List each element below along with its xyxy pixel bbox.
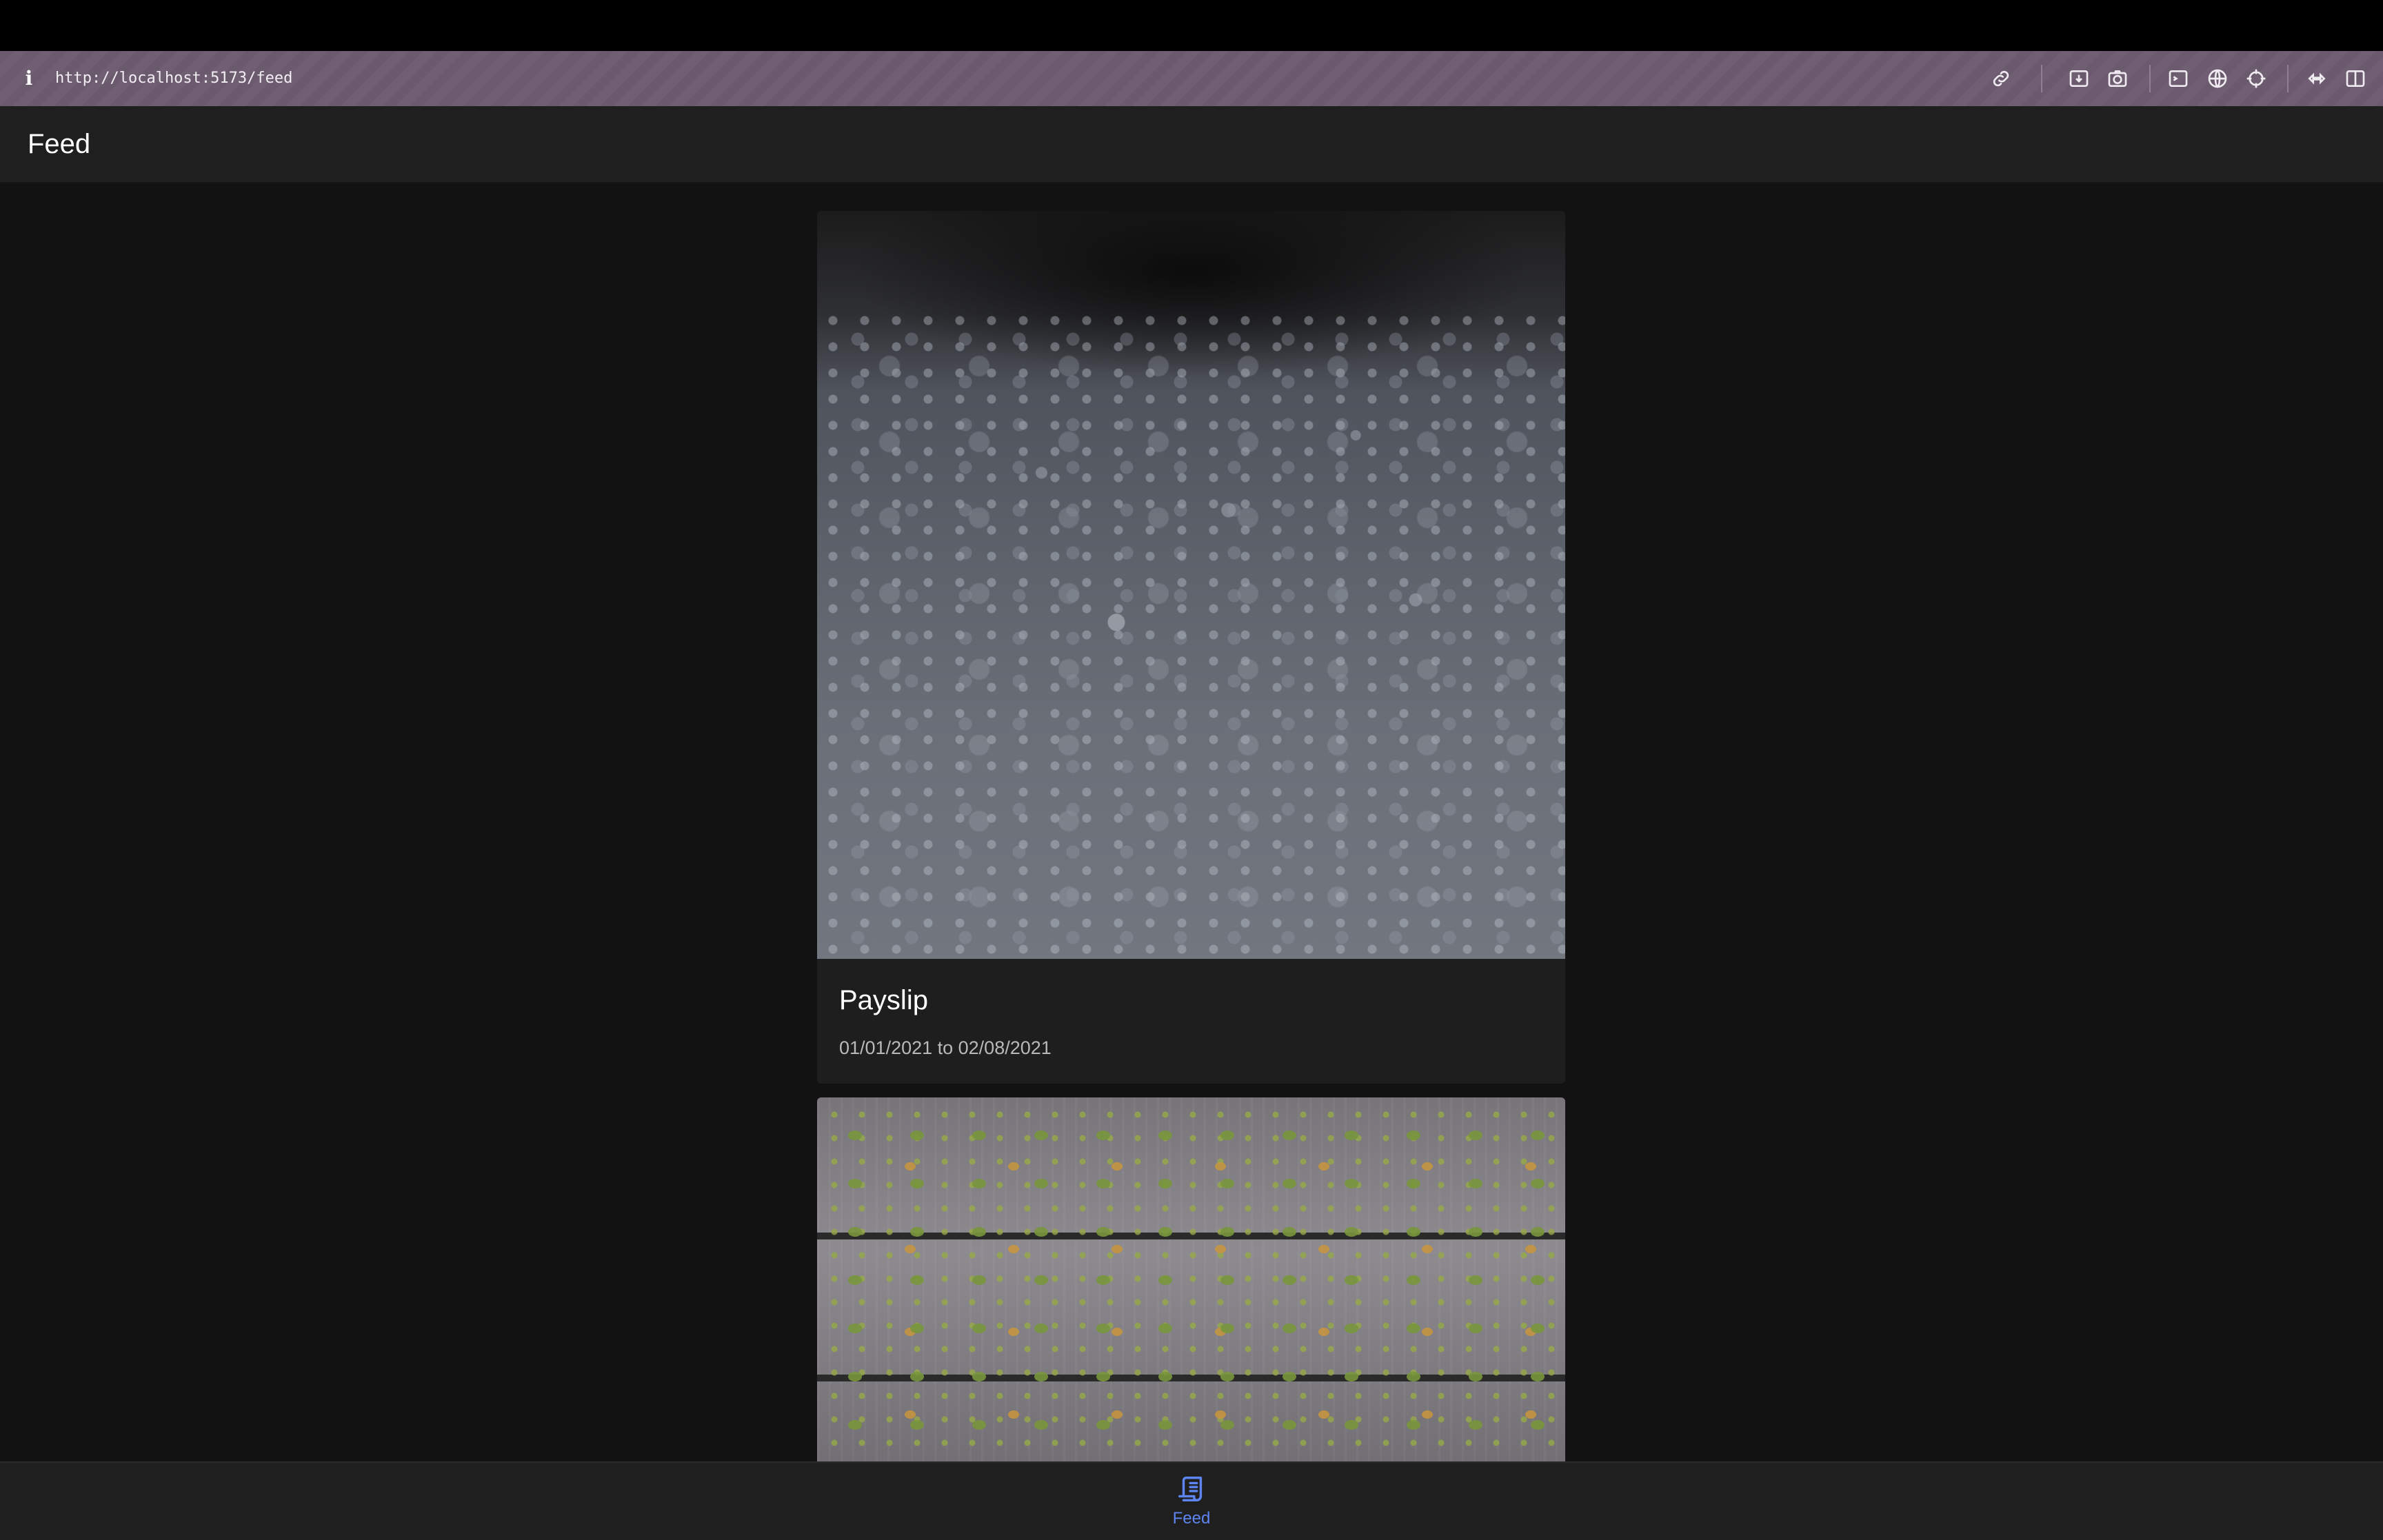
extension-icon[interactable] [2302, 63, 2332, 94]
toolbar-divider [2041, 65, 2042, 92]
toolbar-divider [2149, 65, 2151, 92]
nav-item-feed[interactable]: Feed [1157, 1474, 1226, 1533]
nav-label-feed: Feed [1172, 1509, 1211, 1528]
page-title: Feed [28, 129, 91, 159]
toolbar-divider [2287, 65, 2289, 92]
info-icon[interactable]: i [21, 66, 37, 91]
terminal-icon[interactable] [2163, 63, 2193, 94]
url-display[interactable]: http://localhost:5173/feed [55, 68, 292, 90]
os-top-bar [0, 0, 2383, 51]
feed-card[interactable]: Payslip 01/01/2021 to 02/08/2021 [817, 211, 1565, 1084]
feed-icon [1178, 1477, 1203, 1502]
bottom-navigation: Feed [0, 1461, 2383, 1540]
link-icon[interactable] [1986, 63, 2016, 94]
browser-toolbar: i http://localhost:5173/feed [0, 51, 2383, 106]
wooden-deck-leaves-photo [817, 1097, 1565, 1461]
card-title: Payslip [839, 985, 928, 1015]
crosshair-icon[interactable] [2241, 63, 2271, 94]
sidebar-icon[interactable] [2340, 63, 2371, 94]
app-header: Feed [0, 106, 2383, 183]
camera-icon[interactable] [2102, 63, 2133, 94]
globe-icon[interactable] [2202, 63, 2233, 94]
water-droplets-photo [817, 211, 1565, 959]
feed-card[interactable] [817, 1097, 1565, 1461]
feed-list[interactable]: Payslip 01/01/2021 to 02/08/2021 [0, 183, 2383, 1461]
download-icon[interactable] [2064, 63, 2094, 94]
card-date-range: 01/01/2021 to 02/08/2021 [839, 1037, 1052, 1058]
